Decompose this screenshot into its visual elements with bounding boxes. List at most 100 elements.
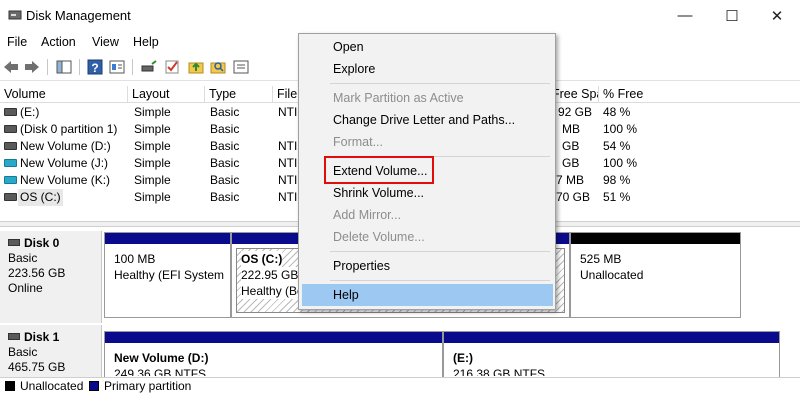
menu-item-open[interactable]: Open: [302, 36, 553, 58]
disk-name: Disk 0: [24, 236, 60, 250]
volume-icon: [4, 159, 17, 167]
column-file-system[interactable]: File: [273, 86, 299, 103]
volume-icon: [4, 108, 17, 116]
partition-new-volume-d[interactable]: New Volume (D:) 249.36 GB NTFS: [104, 331, 443, 377]
disk-management-icon: [8, 10, 22, 20]
partition-title: (E:): [453, 351, 473, 365]
legend-primary-swatch: [89, 381, 99, 391]
volume-free: GB: [562, 156, 580, 170]
forward-arrow-icon[interactable]: [23, 58, 41, 76]
partition-size: 100 MB: [114, 252, 156, 266]
partition-status: Unallocated: [580, 268, 644, 282]
volume-fs: NTI: [278, 190, 298, 204]
disk-0-label[interactable]: Disk 0 Basic 223.56 GB Online: [0, 231, 102, 323]
volume-pct-free: 48 %: [603, 105, 631, 119]
disk-size: 465.75 GB: [8, 360, 66, 374]
volume-name: New Volume (J:): [20, 156, 109, 170]
volume-free: 70 GB: [556, 190, 591, 204]
volume-pct-free: 100 %: [603, 156, 638, 170]
volume-layout: Simple: [134, 122, 171, 136]
volume-name: (E:): [20, 105, 40, 119]
column-percent-free[interactable]: % Free: [599, 86, 800, 103]
extend-volume-highlight-box: [324, 156, 434, 184]
legend-primary-label: Primary partition: [104, 379, 192, 393]
menu-item-delete-volume: Delete Volume...: [333, 230, 425, 244]
menu-item-shrink-volume[interactable]: Shrink Volume...: [302, 182, 553, 204]
column-volume[interactable]: Volume: [0, 86, 128, 103]
legend-unallocated-swatch: [5, 381, 15, 391]
volume-free: 92 GB: [558, 105, 593, 119]
partition-e[interactable]: (E:) 216.38 GB NTFS: [443, 331, 780, 377]
disk-name: Disk 1: [24, 330, 60, 344]
title-bar: Disk Management — ☐ ✕: [0, 0, 800, 31]
volume-icon: [4, 193, 17, 201]
menu-item-add-mirror: Add Mirror...: [333, 208, 402, 222]
properties-icon[interactable]: [108, 58, 126, 76]
disk-size: 223.56 GB: [8, 266, 66, 280]
volume-name: New Volume (K:): [20, 173, 111, 187]
menu-item-mark-active: Mark Partition as Active: [333, 91, 464, 105]
partition-size: 249.36 GB NTFS: [114, 367, 207, 377]
volume-fs: NTI: [278, 173, 298, 187]
volume-type: Basic: [210, 105, 240, 119]
volume-layout: Simple: [134, 156, 171, 170]
volume-fs: NTI: [278, 105, 298, 119]
volume-icon: [4, 142, 17, 150]
menu-file[interactable]: File: [7, 35, 27, 49]
volume-layout: Simple: [134, 173, 171, 187]
partition-title: OS (C:): [241, 251, 283, 267]
window-title: Disk Management: [26, 8, 131, 23]
volume-pct-free: 100 %: [603, 122, 638, 136]
volume-fs: NTI: [278, 156, 298, 170]
settings-icon[interactable]: [232, 58, 250, 76]
volume-type: Basic: [210, 173, 240, 187]
disk-1-label[interactable]: Disk 1 Basic 465.75 GB: [0, 325, 102, 377]
partition-status: Healthy (Bo: [241, 283, 304, 299]
volume-pct-free: 51 %: [603, 190, 631, 204]
volume-free: GB: [562, 139, 580, 153]
menu-item-help[interactable]: Help: [302, 284, 553, 306]
connect-disk-icon[interactable]: [140, 58, 158, 76]
disk-kind: Basic: [8, 251, 38, 265]
volume-pct-free: 54 %: [603, 139, 631, 153]
volume-free: MB: [562, 122, 580, 136]
search-icon[interactable]: [209, 58, 227, 76]
menu-item-properties[interactable]: Properties: [302, 255, 553, 277]
volume-name: (Disk 0 partition 1): [20, 122, 118, 136]
partition-status: Healthy (EFI System P: [114, 268, 226, 282]
disk-kind: Basic: [8, 345, 38, 359]
partition-title: New Volume (D:): [114, 351, 209, 365]
menu-view[interactable]: View: [92, 35, 119, 49]
volume-icon: [4, 176, 17, 184]
menu-action[interactable]: Action: [41, 35, 76, 49]
disk-icon: [8, 333, 20, 340]
volume-name: New Volume (D:): [20, 139, 111, 153]
partition-unallocated[interactable]: 525 MB Unallocated: [570, 232, 741, 318]
help-icon[interactable]: ?: [86, 58, 104, 76]
partition-efi[interactable]: 100 MB Healthy (EFI System P: [104, 232, 231, 318]
volume-layout: Simple: [134, 190, 171, 204]
volume-free: 7 MB: [556, 173, 585, 187]
back-arrow-icon[interactable]: [2, 58, 20, 76]
legend: Unallocated Primary partition: [0, 377, 800, 402]
maximize-button[interactable]: ☐: [709, 0, 755, 31]
column-type[interactable]: Type: [205, 86, 273, 103]
menu-item-format: Format...: [333, 135, 384, 149]
partition-size: 216.38 GB NTFS: [453, 367, 546, 377]
volume-type: Basic: [210, 190, 240, 204]
minimize-button[interactable]: —: [662, 0, 708, 31]
volume-type: Basic: [210, 122, 240, 136]
disk-status: Online: [8, 281, 43, 295]
check-icon[interactable]: [163, 58, 181, 76]
volume-type: Basic: [210, 156, 240, 170]
console-tree-icon[interactable]: [55, 58, 73, 76]
close-button[interactable]: ✕: [754, 0, 800, 31]
menu-item-change-drive-letter[interactable]: Change Drive Letter and Paths...: [302, 109, 553, 131]
up-folder-icon[interactable]: [187, 58, 205, 76]
column-layout[interactable]: Layout: [128, 86, 205, 103]
partition-size: 525 MB: [580, 252, 622, 266]
svg-text:?: ?: [91, 61, 98, 75]
menu-help[interactable]: Help: [133, 35, 159, 49]
volume-name: OS (C:): [18, 189, 63, 206]
menu-item-explore[interactable]: Explore: [302, 58, 553, 80]
